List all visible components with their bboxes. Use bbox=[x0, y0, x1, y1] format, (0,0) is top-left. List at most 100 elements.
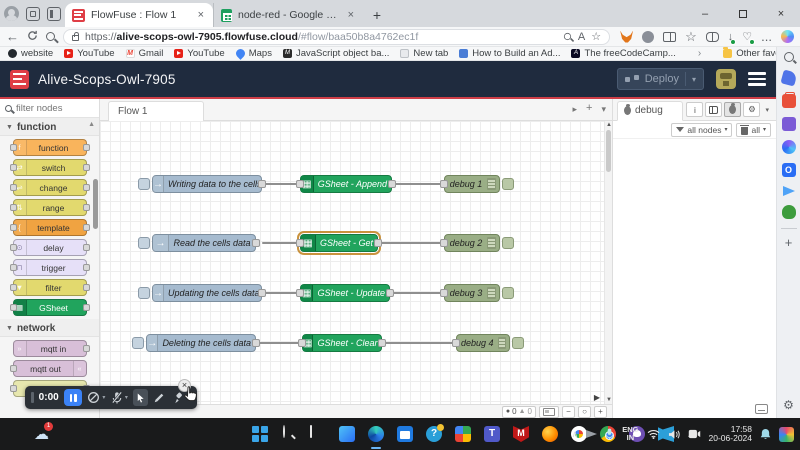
taskbar-search-icon[interactable] bbox=[281, 426, 297, 442]
workspaces-icon[interactable] bbox=[26, 7, 40, 21]
flow-list-icon[interactable]: ▾ bbox=[601, 104, 606, 115]
sidebar-menu-caret[interactable]: ▾ bbox=[762, 106, 772, 114]
gsheet-clear-node[interactable]: ▦ GSheet - Clear bbox=[302, 334, 382, 352]
close-tab-icon[interactable]: × bbox=[346, 9, 356, 21]
zoom-out-button[interactable]: − bbox=[562, 406, 575, 418]
sidebar-games-icon[interactable] bbox=[782, 117, 796, 131]
deploy-options-caret[interactable]: ▾ bbox=[692, 75, 696, 84]
info-tab-button[interactable]: i bbox=[686, 102, 703, 117]
debug-node[interactable]: debug 4 bbox=[456, 334, 510, 352]
notification-bell-icon[interactable] bbox=[760, 428, 771, 440]
volume-icon[interactable] bbox=[668, 429, 680, 440]
classroom-app-icon[interactable] bbox=[455, 426, 471, 442]
palette-node-filter[interactable]: ▼filter bbox=[13, 279, 87, 296]
url-text[interactable]: https://alive-scops-owl-7905.flowfuse.cl… bbox=[85, 31, 557, 43]
inject-button[interactable] bbox=[138, 237, 150, 249]
address-bar[interactable]: https://alive-scops-owl-7905.flowfuse.cl… bbox=[63, 29, 610, 45]
gsheet-append-node[interactable]: ▦ GSheet - Append bbox=[300, 175, 392, 193]
palette-node-function[interactable]: ffunction bbox=[13, 139, 87, 156]
split-screen-icon[interactable] bbox=[663, 32, 676, 42]
palette-search[interactable] bbox=[0, 99, 99, 118]
sidebar-designer-icon[interactable] bbox=[782, 140, 796, 154]
gsheet-update-node[interactable]: ▦ GSheet - Update bbox=[300, 284, 390, 302]
debug-node[interactable]: debug 2 bbox=[444, 234, 500, 252]
tray-color-app-icon[interactable] bbox=[779, 427, 794, 442]
search-icon[interactable] bbox=[46, 32, 55, 41]
bookmark-freecodecamp[interactable]: AThe freeCodeCamp... bbox=[571, 48, 675, 59]
debug-node[interactable]: debug 3 bbox=[444, 284, 500, 302]
bookmark-website[interactable]: website bbox=[8, 48, 53, 59]
wifi-icon[interactable] bbox=[647, 429, 660, 439]
palette-node-mqtt-in[interactable]: »mqtt in bbox=[13, 340, 87, 357]
favorite-star-icon[interactable]: ☆ bbox=[591, 30, 601, 43]
bookmark-youtube[interactable]: YouTube bbox=[64, 48, 114, 59]
zoom-in-button[interactable]: + bbox=[594, 406, 607, 418]
debug-toggle-button[interactable] bbox=[502, 237, 514, 249]
screen-record-icon[interactable] bbox=[688, 429, 701, 439]
canvas-vertical-scrollbar[interactable]: ▲ ▼ bbox=[604, 121, 612, 404]
camera-off-icon[interactable] bbox=[87, 391, 100, 405]
sidebar-outlook-icon[interactable]: O bbox=[782, 163, 796, 177]
inject-button[interactable] bbox=[138, 178, 150, 190]
palette-scroll-up-icon[interactable]: ▲ bbox=[88, 121, 95, 128]
taskbar-clock[interactable]: 17:5820-06-2024 bbox=[709, 425, 752, 444]
tab-google-sheets[interactable]: node-red - Google Sheets × bbox=[213, 3, 363, 27]
metamask-icon[interactable] bbox=[620, 31, 633, 43]
sidebar-drop-icon[interactable] bbox=[783, 186, 795, 196]
zoom-page-icon[interactable] bbox=[564, 33, 571, 40]
bookmark-javascript[interactable]: MJavaScript object ba... bbox=[283, 48, 389, 59]
copilot-icon[interactable] bbox=[781, 30, 794, 43]
filter-nodes-input[interactable] bbox=[16, 103, 86, 114]
palette-node-gsheet[interactable]: ▦GSheet bbox=[13, 299, 87, 316]
cursor-tool-selected[interactable] bbox=[133, 389, 148, 406]
scrollbar-thumb[interactable] bbox=[606, 130, 611, 172]
pen-tool-icon[interactable] bbox=[153, 391, 165, 405]
mic-off-icon[interactable] bbox=[110, 391, 122, 405]
widget-app-icon[interactable] bbox=[339, 426, 355, 442]
input-port[interactable] bbox=[452, 339, 460, 347]
output-port[interactable] bbox=[388, 180, 396, 188]
palette-node-range[interactable]: ⇅range bbox=[13, 199, 87, 216]
extension-icon[interactable] bbox=[642, 31, 654, 43]
bookmarks-overflow-icon[interactable]: › bbox=[698, 48, 701, 59]
inject-button[interactable] bbox=[138, 287, 150, 299]
output-port[interactable] bbox=[252, 339, 260, 347]
input-port[interactable] bbox=[296, 180, 304, 188]
read-aloud-icon[interactable]: A bbox=[578, 31, 585, 43]
teams-app-icon[interactable]: T bbox=[484, 426, 500, 442]
mic-options-caret[interactable]: ▾ bbox=[125, 394, 128, 401]
palette-node-mqtt-out[interactable]: mqtt out« bbox=[13, 360, 87, 377]
vertical-tabs-icon[interactable] bbox=[47, 7, 61, 21]
pause-button[interactable] bbox=[64, 389, 83, 406]
user-avatar[interactable] bbox=[716, 69, 736, 89]
flowfuse-logo[interactable] bbox=[10, 70, 29, 89]
filter-nodes-button[interactable]: all nodes▾ bbox=[671, 123, 732, 137]
input-port[interactable] bbox=[440, 239, 448, 247]
input-port[interactable] bbox=[440, 289, 448, 297]
taskbar-weather-widget[interactable]: ☁ 1 bbox=[34, 425, 49, 443]
language-indicator[interactable]: ENGIN bbox=[622, 426, 638, 442]
inject-button[interactable] bbox=[132, 337, 144, 349]
minimize-button[interactable]: – bbox=[686, 0, 724, 27]
flow-tab[interactable]: Flow 1 bbox=[108, 101, 204, 122]
task-view-icon[interactable] bbox=[310, 426, 326, 442]
palette-node-template[interactable]: {template bbox=[13, 219, 87, 236]
restore-button[interactable] bbox=[724, 0, 762, 27]
bookmark-maps[interactable]: Maps bbox=[236, 48, 272, 59]
hidden-icons-chevron[interactable]: ∧ bbox=[572, 429, 579, 440]
add-flow-icon[interactable]: + bbox=[586, 102, 592, 115]
inject-node[interactable]: → Updating the cells data bbox=[152, 284, 262, 302]
edge-app-icon-active[interactable] bbox=[368, 426, 384, 442]
output-port[interactable] bbox=[252, 239, 260, 247]
config-tab-button[interactable]: ⚙ bbox=[743, 102, 760, 117]
refresh-icon[interactable] bbox=[27, 30, 38, 43]
sidebar-tools-icon[interactable] bbox=[782, 94, 796, 108]
navigator-toggle[interactable] bbox=[539, 406, 559, 418]
new-tab-button[interactable]: + bbox=[367, 5, 387, 25]
browser-essentials-icon[interactable]: ♡ bbox=[742, 30, 752, 43]
bookmark-how-to[interactable]: How to Build an Ad... bbox=[459, 48, 560, 59]
debug-toggle-button[interactable] bbox=[512, 337, 524, 349]
debug-toggle-button[interactable] bbox=[502, 178, 514, 190]
help-app-icon[interactable]: ? bbox=[426, 426, 442, 442]
input-port[interactable] bbox=[296, 289, 304, 297]
